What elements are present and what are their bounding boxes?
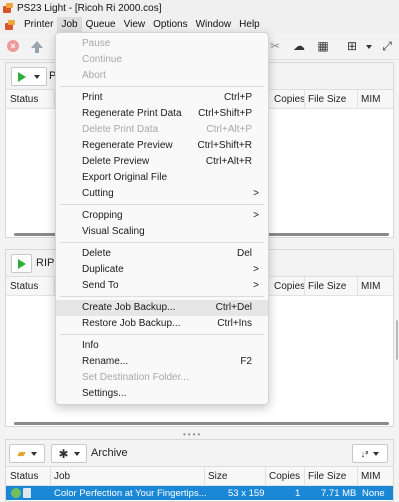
system-menu-icon[interactable] xyxy=(5,19,16,31)
col-file-size[interactable]: File Size xyxy=(308,281,346,292)
archive-sort-button[interactable]: ↓² xyxy=(352,444,388,463)
chevron-right-icon: > xyxy=(253,210,259,221)
menu-item-create-job-backup[interactable]: Create Job Backup... Ctrl+Del xyxy=(56,300,268,316)
expand-icon[interactable]: ⤢ xyxy=(380,39,394,53)
col-size[interactable]: Size xyxy=(208,471,227,482)
menu-item-settings[interactable]: Settings... xyxy=(56,386,268,402)
menu-view[interactable]: View xyxy=(120,17,150,33)
menu-separator xyxy=(60,86,264,87)
col-copies[interactable]: Copies xyxy=(274,281,305,292)
menu-help[interactable]: Help xyxy=(235,17,264,33)
cut-icon[interactable]: ✂ xyxy=(268,39,282,53)
menu-item-cutting[interactable]: Cutting > xyxy=(56,186,268,202)
app-logo-icon xyxy=(3,3,14,14)
menu-separator xyxy=(60,242,264,243)
chevron-down-icon xyxy=(30,451,37,456)
menu-item-abort[interactable]: Abort xyxy=(56,68,268,84)
chevron-down-icon xyxy=(373,451,380,456)
archive-panel-title: Archive xyxy=(91,447,128,459)
menu-separator xyxy=(60,296,264,297)
menu-item-delete[interactable]: Delete Del xyxy=(56,246,268,262)
col-mim[interactable]: MIM xyxy=(361,471,380,482)
col-file-size[interactable]: File Size xyxy=(308,94,346,105)
menu-item-delete-preview[interactable]: Delete Preview Ctrl+Alt+R xyxy=(56,154,268,170)
menu-item-export-original-file[interactable]: Export Original File xyxy=(56,170,268,186)
crop-dropdown-icon[interactable] xyxy=(366,45,372,49)
col-status[interactable]: Status xyxy=(10,471,38,482)
col-job[interactable]: Job xyxy=(54,471,70,482)
col-status[interactable]: Status xyxy=(10,94,38,105)
status-ok-icon xyxy=(11,488,21,498)
grid-icon[interactable]: ▦ xyxy=(316,39,330,53)
menu-separator xyxy=(60,204,264,205)
chevron-right-icon: > xyxy=(253,188,259,199)
menu-item-regenerate-preview[interactable]: Regenerate Preview Ctrl+Shift+R xyxy=(56,138,268,154)
rip-horizontal-scrollbar[interactable] xyxy=(14,422,389,425)
menu-window[interactable]: Window xyxy=(192,17,236,33)
row-copies: 1 xyxy=(295,488,301,499)
rip-panel-title: RIP xyxy=(36,257,55,269)
col-copies[interactable]: Copies xyxy=(269,471,300,482)
menu-item-pause[interactable]: Pause xyxy=(56,36,268,52)
menu-item-set-destination-folder[interactable]: Set Destination Folder... xyxy=(56,370,268,386)
vertical-scrollbar[interactable] xyxy=(396,320,398,360)
menu-item-visual-scaling[interactable]: Visual Scaling xyxy=(56,224,268,240)
menu-separator xyxy=(60,334,264,335)
menu-item-duplicate[interactable]: Duplicate > xyxy=(56,262,268,278)
archive-panel: ▰ ✱ Archive ↓² Status Job Size Copies Fi… xyxy=(5,439,394,502)
menu-job[interactable]: Job xyxy=(57,17,82,33)
chevron-down-icon xyxy=(34,74,40,79)
menu-item-rename[interactable]: Rename... F2 xyxy=(56,354,268,370)
menu-item-restore-job-backup[interactable]: Restore Job Backup... Ctrl+Ins xyxy=(56,316,268,332)
queue-play-button[interactable] xyxy=(11,67,47,86)
menu-item-send-to[interactable]: Send To > xyxy=(56,278,268,294)
cloud-upload-icon[interactable]: ☁ xyxy=(292,39,306,53)
menu-options[interactable]: Options xyxy=(149,17,191,33)
play-icon xyxy=(17,258,26,269)
menu-item-print[interactable]: Print Ctrl+P xyxy=(56,90,268,106)
archive-column-header: Status Job Size Copies File Size MIM xyxy=(6,467,393,486)
row-job: Color Perfection at Your Fingertips... xyxy=(54,488,207,499)
menu-item-continue[interactable]: Continue xyxy=(56,52,268,68)
menu-bar: Printer Job Queue View Options Window He… xyxy=(0,17,399,33)
job-menu-dropdown: Pause Continue Abort Print Ctrl+P Regener… xyxy=(55,32,269,405)
chevron-right-icon: > xyxy=(253,264,259,275)
folder-icon: ▰ xyxy=(17,448,26,460)
rip-play-button[interactable] xyxy=(11,254,32,273)
menu-queue[interactable]: Queue xyxy=(82,17,120,33)
col-file-size[interactable]: File Size xyxy=(308,471,346,482)
archive-panel-header: ▰ ✱ Archive ↓² xyxy=(6,440,393,467)
upload-icon[interactable] xyxy=(30,39,44,53)
menu-item-cropping[interactable]: Cropping > xyxy=(56,208,268,224)
archive-settings-button[interactable]: ✱ xyxy=(51,444,87,463)
window-title: PS23 Light - [Ricoh Ri 2000.cos] xyxy=(17,3,162,14)
document-icon xyxy=(23,488,31,498)
chevron-down-icon xyxy=(73,451,80,456)
menu-item-info[interactable]: Info xyxy=(56,338,268,354)
archive-open-button[interactable]: ▰ xyxy=(9,444,45,463)
cancel-icon[interactable]: × xyxy=(6,39,20,53)
col-mim[interactable]: MIM xyxy=(361,94,380,105)
gear-icon: ✱ xyxy=(58,446,69,461)
play-icon xyxy=(18,71,26,82)
table-row[interactable]: Color Perfection at Your Fingertips... 5… xyxy=(6,486,393,500)
col-copies[interactable]: Copies xyxy=(274,94,305,105)
menu-item-regenerate-print-data[interactable]: Regenerate Print Data Ctrl+Shift+P xyxy=(56,106,268,122)
menu-printer[interactable]: Printer xyxy=(20,17,57,33)
col-status[interactable]: Status xyxy=(10,281,38,292)
sort-icon: ↓² xyxy=(360,448,369,459)
splitter-handle-icon[interactable]: •••• xyxy=(183,430,202,439)
col-mim[interactable]: MIM xyxy=(361,281,380,292)
title-bar: PS23 Light - [Ricoh Ri 2000.cos] xyxy=(0,0,399,17)
row-size: 53 x 159 xyxy=(228,488,265,499)
row-file-size: 7.71 MB xyxy=(321,488,357,499)
row-mim: None xyxy=(362,488,385,499)
menu-item-delete-print-data[interactable]: Delete Print Data Ctrl+Alt+P xyxy=(56,122,268,138)
chevron-right-icon: > xyxy=(253,280,259,291)
crop-icon[interactable]: ⊞ xyxy=(345,39,359,53)
